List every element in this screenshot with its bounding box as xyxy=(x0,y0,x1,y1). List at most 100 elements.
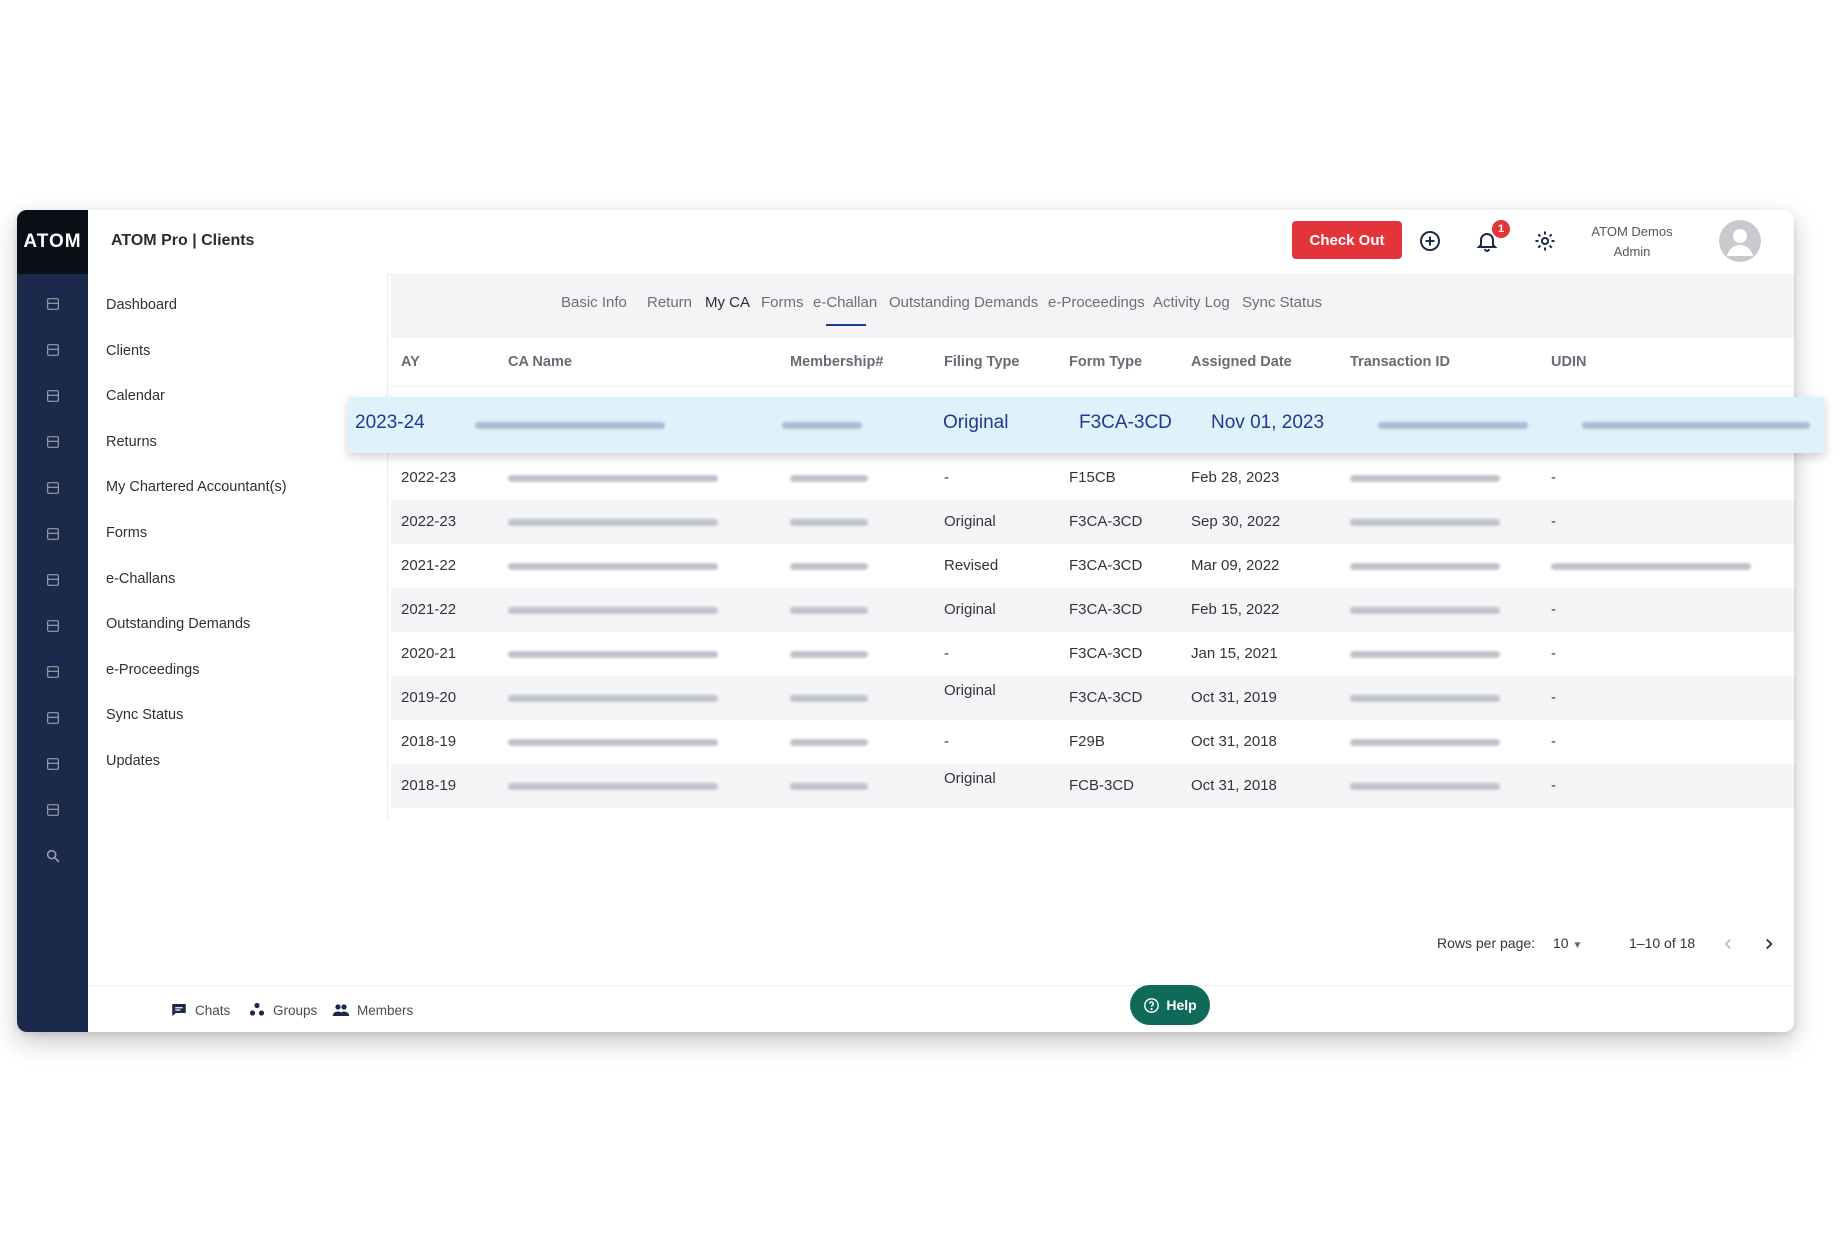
next-page-icon[interactable] xyxy=(1758,933,1780,955)
help-button[interactable]: Help xyxy=(1130,985,1210,1025)
cell-udin: - xyxy=(1551,513,1556,530)
forms-icon[interactable] xyxy=(43,524,63,544)
column-header-form-type[interactable]: Form Type xyxy=(1069,354,1142,370)
cell-ay: 2020-21 xyxy=(401,645,457,662)
check-out-button[interactable]: Check Out xyxy=(1292,221,1402,259)
tab-activity-log[interactable]: Activity Log xyxy=(1153,294,1230,311)
cell-form-type: F3CA-3CD xyxy=(1069,645,1143,662)
sidebar-item-sync-status[interactable]: Sync Status xyxy=(88,693,388,739)
tab-my-ca[interactable]: My CA xyxy=(705,294,750,311)
active-tab-indicator xyxy=(826,324,866,326)
sidebar-item-my-chartered-accountant-s[interactable]: My Chartered Accountant(s) xyxy=(88,465,388,511)
groups-label: Groups xyxy=(273,1002,318,1018)
sidebar-item-clients[interactable]: Clients xyxy=(88,329,388,375)
redacted-membership xyxy=(790,519,868,526)
column-header-transaction-id[interactable]: Transaction ID xyxy=(1350,354,1450,370)
proceedings-icon[interactable] xyxy=(43,662,63,682)
cell-ay: 2021-22 xyxy=(401,601,457,618)
sidebar-item-calendar[interactable]: Calendar xyxy=(88,374,388,420)
sidebar-item-e-proceedings[interactable]: e-Proceedings xyxy=(88,648,388,694)
members-icon xyxy=(332,1004,350,1016)
cell-ay: 2018-19 xyxy=(401,733,457,750)
table-row[interactable]: 2021-22 Original F3CA-3CD Feb 15, 2022 - xyxy=(391,588,1794,632)
tab-return[interactable]: Return xyxy=(647,294,692,311)
page-title: ATOM Pro | Clients xyxy=(111,232,255,249)
table-row[interactable]: 2022-23 Original F3CA-3CD Sep 30, 2022 - xyxy=(391,500,1794,544)
sync-icon[interactable] xyxy=(43,708,63,728)
rows-per-page-label: Rows per page: xyxy=(1437,935,1536,951)
redacted-transaction-id xyxy=(1378,422,1528,429)
clients-icon[interactable] xyxy=(43,340,63,360)
sidebar-divider xyxy=(387,274,388,819)
calendar-icon[interactable] xyxy=(43,386,63,406)
sidebar-item-outstanding-demands[interactable]: Outstanding Demands xyxy=(88,602,388,648)
redacted-transaction-id xyxy=(1350,739,1500,746)
report-icon[interactable] xyxy=(43,800,63,820)
chats-label: Chats xyxy=(195,1002,231,1018)
table-row[interactable]: 2020-21 - F3CA-3CD Jan 15, 2021 - xyxy=(391,632,1794,676)
sidebar-item-returns[interactable]: Returns xyxy=(88,420,388,466)
search-icon[interactable] xyxy=(43,846,63,866)
settings-gear-icon[interactable] xyxy=(1532,228,1558,254)
challans-icon[interactable] xyxy=(43,570,63,590)
chats-link[interactable]: Chats xyxy=(170,1001,230,1019)
avatar[interactable] xyxy=(1719,220,1761,262)
tab-forms[interactable]: Forms xyxy=(761,294,804,311)
cell-form-type: F3CA-3CD xyxy=(1069,557,1143,574)
column-header-filing-type[interactable]: Filing Type xyxy=(944,354,1019,370)
members-label: Members xyxy=(357,1002,414,1018)
user-info[interactable]: ATOM Demos Admin xyxy=(1578,222,1686,262)
highlighted-table-row[interactable]: 2023-24 Original F3CA-3CD Nov 01, 2023 xyxy=(348,397,1825,453)
cell-filing-type: Original xyxy=(944,601,996,618)
redacted-ca-name xyxy=(475,422,665,429)
redacted-transaction-id xyxy=(1350,475,1500,482)
sidebar-item-e-challans[interactable]: e-Challans xyxy=(88,557,388,603)
sidebar-item-forms[interactable]: Forms xyxy=(88,511,388,557)
sidebar-item-dashboard[interactable]: Dashboard xyxy=(88,283,388,329)
notification-bell-icon[interactable]: 1 xyxy=(1474,220,1510,254)
redacted-membership xyxy=(790,651,868,658)
table-row[interactable]: 2021-22 Revised F3CA-3CD Mar 09, 2022 xyxy=(391,544,1794,588)
cell-assigned-date: Oct 31, 2018 xyxy=(1191,777,1277,794)
cell-ay: 2018-19 xyxy=(401,777,457,794)
redacted-ca-name xyxy=(508,475,718,482)
previous-page-icon[interactable] xyxy=(1717,933,1739,955)
tab-sync-status[interactable]: Sync Status xyxy=(1242,294,1322,311)
notification-count-badge: 1 xyxy=(1492,220,1510,238)
tab-e-proceedings[interactable]: e-Proceedings xyxy=(1048,294,1145,311)
column-header-assigned-date[interactable]: Assigned Date xyxy=(1191,354,1292,370)
cell-assigned-date: Feb 15, 2022 xyxy=(1191,601,1280,618)
members-link[interactable]: Members xyxy=(332,1001,413,1019)
sidebar-item-updates[interactable]: Updates xyxy=(88,739,388,785)
table-row[interactable]: 2018-19 Original FCB-3CD Oct 31, 2018 - xyxy=(391,764,1794,808)
demands-icon[interactable] xyxy=(43,616,63,636)
column-header-udin[interactable]: UDIN xyxy=(1551,354,1586,370)
rows-per-page-select[interactable]: 10 ▼ xyxy=(1553,935,1582,951)
cell-udin: - xyxy=(1551,601,1556,618)
updates-icon[interactable] xyxy=(43,754,63,774)
cell-udin: - xyxy=(1551,469,1556,486)
cell-filing-type: - xyxy=(944,469,949,486)
highlight-form-type: F3CA-3CD xyxy=(1079,412,1172,433)
dashboard-icon[interactable] xyxy=(43,294,63,314)
table-row[interactable]: 2019-20 Original F3CA-3CD Oct 31, 2019 - xyxy=(391,676,1794,720)
add-circle-icon[interactable] xyxy=(1417,228,1443,254)
table-row[interactable]: 2018-19 - F29B Oct 31, 2018 - xyxy=(391,720,1794,764)
cell-udin: - xyxy=(1551,733,1556,750)
returns-icon[interactable] xyxy=(43,432,63,452)
atom-logo[interactable]: ATOM xyxy=(17,210,88,274)
table-row[interactable]: 2022-23 - F15CB Feb 28, 2023 - xyxy=(391,456,1794,500)
tab-e-challan[interactable]: e-Challan xyxy=(813,294,877,311)
cell-udin: - xyxy=(1551,777,1556,794)
groups-link[interactable]: Groups xyxy=(248,1001,317,1019)
tab-outstanding-demands[interactable]: Outstanding Demands xyxy=(889,294,1038,311)
ca-icon[interactable] xyxy=(43,478,63,498)
column-header-ca-name[interactable]: CA Name xyxy=(508,354,572,370)
column-header-ay[interactable]: AY xyxy=(401,354,420,370)
rows-per-page-value: 10 xyxy=(1553,935,1569,951)
tab-basic-info[interactable]: Basic Info xyxy=(561,294,627,311)
cell-udin: - xyxy=(1551,689,1556,706)
redacted-membership xyxy=(790,475,868,482)
dropdown-arrow-icon: ▼ xyxy=(1572,940,1583,951)
column-header-membership[interactable]: Membership# xyxy=(790,354,883,370)
